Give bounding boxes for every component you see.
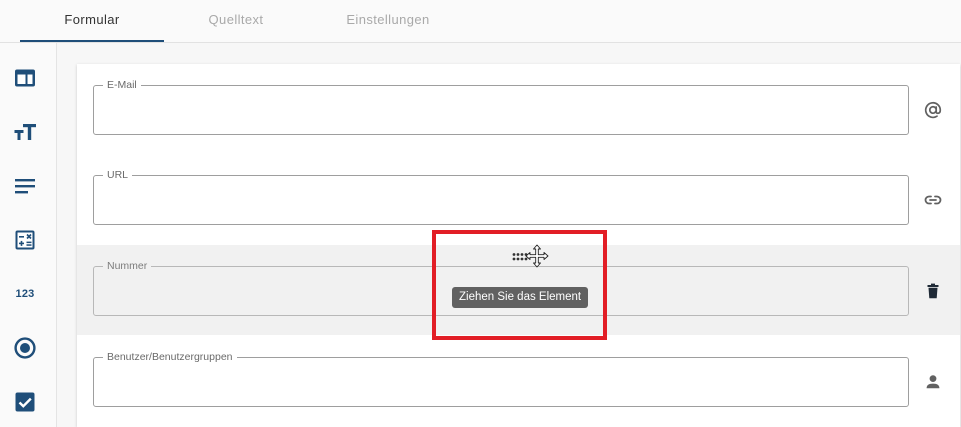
user-input[interactable] xyxy=(94,358,908,406)
form-element-email[interactable]: E-Mail xyxy=(77,64,960,154)
at-icon xyxy=(924,101,942,119)
delete-element-button[interactable] xyxy=(922,280,944,302)
tool-number[interactable]: 123 xyxy=(9,278,41,310)
number-icon: 123 xyxy=(15,288,35,300)
calculator-icon xyxy=(15,230,35,250)
checkbox-icon xyxy=(15,392,35,412)
active-tab-indicator xyxy=(20,40,164,42)
tool-checkbox[interactable] xyxy=(9,386,41,418)
form-element-url[interactable]: URL xyxy=(77,154,960,244)
email-input[interactable] xyxy=(94,86,908,134)
trash-icon xyxy=(927,283,939,299)
url-field[interactable]: URL xyxy=(93,168,909,225)
drag-indicator-icon xyxy=(512,244,549,268)
form-designer: Formular Quelltext Einstellungen 123 E-M… xyxy=(0,0,961,427)
move-cursor-icon xyxy=(525,244,549,268)
drag-handle[interactable] xyxy=(511,244,551,270)
layout-icon xyxy=(15,69,35,87)
radio-icon xyxy=(14,337,36,359)
drag-tooltip: Ziehen Sie das Element xyxy=(452,287,589,308)
tool-radio[interactable] xyxy=(9,332,41,364)
tool-text-size[interactable] xyxy=(9,116,41,148)
form-element-user[interactable]: Benutzer/Benutzergruppen xyxy=(77,336,960,426)
tab-einstellungen[interactable]: Einstellungen xyxy=(308,0,468,42)
email-field[interactable]: E-Mail xyxy=(93,78,909,135)
tool-calculation[interactable] xyxy=(9,224,41,256)
tab-bar: Formular Quelltext Einstellungen xyxy=(0,0,961,43)
element-toolbox: 123 xyxy=(0,43,57,427)
user-type-icon xyxy=(922,371,944,393)
paragraph-icon xyxy=(15,179,35,194)
tool-layout[interactable] xyxy=(9,62,41,94)
user-field[interactable]: Benutzer/Benutzergruppen xyxy=(93,350,909,407)
tab-formular[interactable]: Formular xyxy=(20,0,164,42)
person-icon xyxy=(926,375,940,389)
url-type-icon xyxy=(922,189,944,211)
tab-quelltext[interactable]: Quelltext xyxy=(164,0,308,42)
text-size-icon xyxy=(14,124,36,140)
email-type-icon xyxy=(922,99,944,121)
tool-paragraph[interactable] xyxy=(9,170,41,202)
url-input[interactable] xyxy=(94,176,908,224)
link-icon xyxy=(924,195,942,205)
